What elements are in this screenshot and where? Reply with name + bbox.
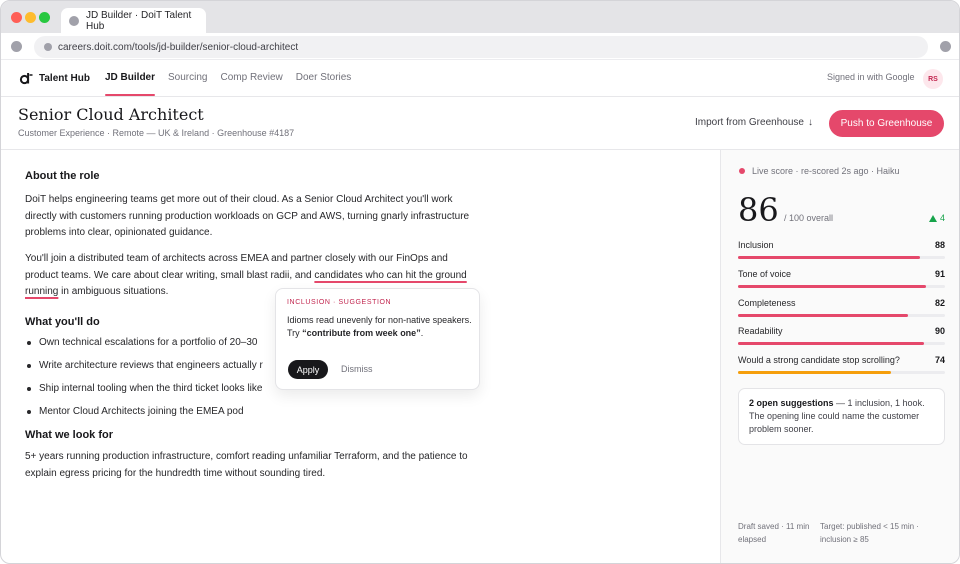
metric-value: 90 <box>934 326 945 336</box>
push-to-greenhouse-button[interactable]: Push to Greenhouse <box>829 110 944 137</box>
arrow-down-icon: ↓ <box>807 117 813 128</box>
metric-track <box>738 371 945 374</box>
metric-inclusion: Inclusion 88 <box>738 240 945 262</box>
browser-tab[interactable]: JD Builder · DoiT Talent Hub <box>61 8 206 33</box>
suggestion-text: Idioms read unevenly for non-native spea… <box>287 314 472 340</box>
metric-fill <box>738 256 921 259</box>
metric-label: Completeness <box>738 298 796 308</box>
nav-jd-builder[interactable]: JD Builder <box>105 60 156 97</box>
metric-value: 74 <box>934 355 945 365</box>
back-icon[interactable] <box>11 41 22 52</box>
paragraph-text: in ambiguous situations. <box>58 286 169 297</box>
avatar[interactable]: RS <box>923 69 943 89</box>
metric-label: Tone of voice <box>738 269 792 279</box>
live-score-status: Live score · re-scored 2s ago · Haiku <box>739 166 900 176</box>
metric-track <box>738 256 945 259</box>
nav-sourcing[interactable]: Sourcing <box>168 60 207 97</box>
draft-status: Draft saved · 11 min elapsed <box>738 522 810 544</box>
about-paragraph-1: DoiT helps engineering teams get more ou… <box>25 194 470 238</box>
signed-in-status: Signed in with Google <box>827 72 915 82</box>
app-nav: Talent Hub JD Builder Sourcing Comp Revi… <box>1 60 959 97</box>
open-suggestions-count: 2 open suggestions <box>749 398 834 408</box>
brand-name: Talent Hub <box>39 72 90 84</box>
metric-track <box>738 314 945 317</box>
metric-completeness: Completeness 82 <box>738 298 945 320</box>
metric-track <box>738 342 945 345</box>
address-row: careers.doit.com/tools/jd-builder/senior… <box>1 33 959 60</box>
what-you-do-heading: What you'll do <box>25 316 100 328</box>
nav-doer-stories[interactable]: Doer Stories <box>296 60 352 97</box>
score-delta-value: 4 <box>940 213 946 223</box>
apply-suggestion-button[interactable]: Apply <box>288 360 328 379</box>
brand[interactable]: Talent Hub <box>19 71 90 85</box>
metric-label: Inclusion <box>738 240 774 250</box>
url-text: careers.doit.com/tools/jd-builder/senior… <box>58 41 299 53</box>
metric-fill <box>738 314 908 317</box>
primary-nav: JD Builder Sourcing Comp Review Doer Sto… <box>105 60 364 97</box>
import-from-greenhouse-button[interactable]: Import from Greenhouse ↓ <box>695 117 813 128</box>
score-delta: 4 <box>929 213 945 223</box>
minimize-window-button[interactable] <box>25 12 36 23</box>
overall-score: 86 <box>738 191 779 229</box>
requirements-paragraph: 5+ years running production infrastructu… <box>25 451 468 479</box>
suggestion-tag: INCLUSION · SUGGESTION <box>287 299 392 306</box>
site-info-icon[interactable] <box>44 43 52 51</box>
nav-comp-review[interactable]: Comp Review <box>220 60 282 97</box>
browser-window: JD Builder · DoiT Talent Hub careers.doi… <box>0 0 960 564</box>
metric-fill <box>738 371 892 374</box>
trend-up-icon <box>929 214 937 222</box>
metric-fill <box>738 342 925 345</box>
dismiss-suggestion-button[interactable]: Dismiss <box>341 364 373 374</box>
page-subtitle: Customer Experience · Remote — UK & Irel… <box>18 128 295 138</box>
suggestion-text-part: . <box>420 328 424 338</box>
metric-track <box>738 285 945 288</box>
tab-title: JD Builder · DoiT Talent Hub <box>86 9 192 32</box>
metric-stop-scrolling: Would a strong candidate stop scrolling?… <box>738 355 945 377</box>
metric-tone-of-voice: Tone of voice 91 <box>738 269 945 291</box>
overall-score-suffix: / 100 overall <box>784 213 834 223</box>
tab-strip: JD Builder · DoiT Talent Hub <box>1 1 959 33</box>
suggested-phrase: “contribute from week one” <box>302 328 421 338</box>
metric-fill <box>738 285 927 288</box>
metric-readability: Readability 90 <box>738 326 945 348</box>
doit-logo-icon <box>19 73 33 85</box>
import-label: Import from Greenhouse <box>695 117 804 128</box>
suggestion-popover: INCLUSION · SUGGESTION Idioms read uneve… <box>275 288 480 390</box>
url-bar[interactable]: careers.doit.com/tools/jd-builder/senior… <box>34 36 928 58</box>
page-header: Senior Cloud Architect Customer Experien… <box>1 97 959 150</box>
live-indicator-icon <box>739 168 745 174</box>
metric-label: Would a strong candidate stop scrolling? <box>738 355 900 365</box>
maximize-window-button[interactable] <box>39 12 50 23</box>
close-window-button[interactable] <box>11 12 22 23</box>
list-item: Mentor Cloud Architects joining the EMEA… <box>25 405 325 428</box>
favicon-icon <box>69 15 79 26</box>
open-suggestions-card[interactable]: 2 open suggestions — 1 inclusion, 1 hook… <box>738 388 945 445</box>
metric-value: 82 <box>934 298 945 308</box>
about-heading: About the role <box>25 170 100 182</box>
browser-menu-icon[interactable] <box>940 41 951 52</box>
target-status: Target: published < 15 min · inclusion ≥… <box>820 522 919 544</box>
live-score-text: Live score · re-scored 2s ago · Haiku <box>752 166 900 176</box>
what-we-look-for-heading: What we look for <box>25 429 113 441</box>
page-title: Senior Cloud Architect <box>18 105 204 124</box>
metric-value: 88 <box>934 240 945 250</box>
metric-label: Readability <box>738 326 783 336</box>
metric-value: 91 <box>934 269 945 279</box>
score-panel: Live score · re-scored 2s ago · Haiku 86… <box>720 150 959 563</box>
